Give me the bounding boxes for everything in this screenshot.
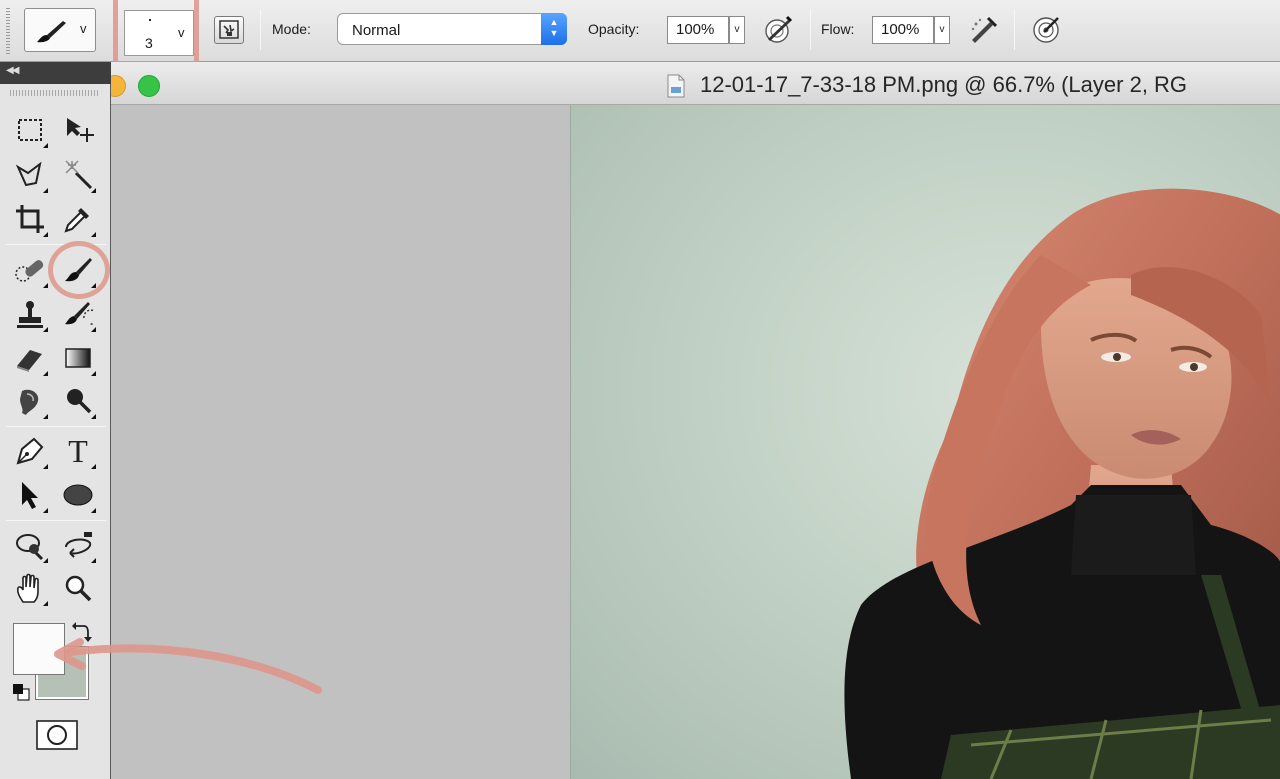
brush-panel-icon xyxy=(219,20,239,39)
3d-rotate-tool[interactable] xyxy=(10,525,50,565)
tools-panel: ◀◀ T xyxy=(0,62,111,779)
3d-orbit-icon xyxy=(65,532,92,558)
brush-preset-icon xyxy=(37,21,66,43)
flow-label: Flow: xyxy=(821,21,855,37)
tools-panel-header[interactable]: ◀◀ xyxy=(0,62,111,84)
rectangular-marquee-icon xyxy=(18,119,42,141)
blur-tool[interactable] xyxy=(10,381,50,421)
move-arrow-icon xyxy=(67,118,94,142)
document-title: 12-01-17_7-33-18 PM.png @ 66.7% (Layer 2… xyxy=(700,72,1188,97)
flow-field[interactable]: 100% xyxy=(872,16,934,44)
path-selection-tool[interactable] xyxy=(10,475,50,515)
crop-tool[interactable] xyxy=(10,199,50,239)
pen-pressure-icon xyxy=(765,15,793,43)
opacity-dropdown-icon[interactable]: v xyxy=(729,16,745,44)
ellipse-shape-icon xyxy=(63,484,93,506)
separator xyxy=(260,10,261,50)
quick-mask-icon[interactable] xyxy=(36,720,78,750)
hand-icon xyxy=(16,573,39,603)
foreground-color-swatch[interactable] xyxy=(13,623,65,675)
zoom-tool[interactable] xyxy=(58,568,98,608)
zoom-window-button[interactable] xyxy=(138,75,160,97)
separator xyxy=(810,10,811,50)
sim-portrait-image xyxy=(844,188,1280,779)
gradient-icon xyxy=(65,348,91,368)
select-stepper-icon: ▲ ▼ xyxy=(541,13,567,45)
tools-panel-grip[interactable] xyxy=(10,90,100,96)
magic-wand-icon xyxy=(65,160,93,190)
pressure-opacity-button[interactable] xyxy=(760,12,794,46)
hand-tool[interactable] xyxy=(10,568,50,608)
flow-dropdown-icon[interactable]: v xyxy=(934,16,950,44)
airbrush-button[interactable] xyxy=(966,12,1000,46)
tool-preset-picker[interactable]: v xyxy=(24,8,96,52)
bandage-icon xyxy=(15,260,44,282)
dodge-tool[interactable] xyxy=(58,381,98,421)
pen-tool[interactable] xyxy=(10,431,50,471)
healing-brush-tool[interactable] xyxy=(10,250,50,290)
toggle-brush-panel-button[interactable] xyxy=(214,16,244,44)
swap-colors-icon[interactable] xyxy=(70,620,92,642)
brush-tool-highlight xyxy=(48,241,110,299)
history-brush-icon xyxy=(65,302,94,325)
document-title-bar: 12-01-17_7-33-18 PM.png @ 66.7% (Layer 2… xyxy=(104,62,1280,105)
pressure-size-icon xyxy=(1033,17,1059,43)
3d-rotate-icon xyxy=(16,534,44,561)
magic-wand-tool[interactable] xyxy=(58,155,98,195)
png-file-icon xyxy=(667,74,685,98)
eraser-tool[interactable] xyxy=(10,338,50,378)
eyedropper-tool[interactable] xyxy=(58,199,98,239)
brush-size-highlight xyxy=(113,0,199,66)
eyedropper-icon xyxy=(64,208,89,233)
history-brush-tool[interactable] xyxy=(58,294,98,334)
stamp-icon xyxy=(17,301,43,328)
gradient-tool[interactable] xyxy=(58,338,98,378)
opacity-label: Opacity: xyxy=(588,21,640,37)
options-bar: v 3 v Mode: Normal ▲ ▼ Opacity: 100% v Fl… xyxy=(0,0,1280,66)
options-bar-grip[interactable] xyxy=(6,8,10,54)
polygonal-lasso-icon xyxy=(15,161,42,187)
type-tool-glyph: T xyxy=(68,433,88,469)
3d-orbit-tool[interactable] xyxy=(58,525,98,565)
lasso-tool[interactable] xyxy=(10,155,50,195)
crop-icon xyxy=(16,205,44,233)
magnifier-icon xyxy=(65,575,92,602)
airbrush-icon xyxy=(971,16,998,43)
path-selection-arrow-icon xyxy=(22,482,38,509)
blend-mode-value: Normal xyxy=(352,22,401,39)
opacity-field[interactable]: 100% xyxy=(667,16,729,44)
pasteboard[interactable] xyxy=(110,105,570,779)
image-canvas[interactable] xyxy=(570,105,1280,779)
mode-label: Mode: xyxy=(272,21,311,37)
pressure-size-button[interactable] xyxy=(1030,12,1064,46)
collapse-panel-icon[interactable]: ◀◀ xyxy=(6,65,19,76)
marquee-tool[interactable] xyxy=(10,110,50,150)
dodge-icon xyxy=(67,389,92,414)
finger-smudge-icon xyxy=(20,389,39,415)
type-tool[interactable]: T xyxy=(58,431,98,471)
separator xyxy=(1014,10,1015,50)
tool-preset-caret: v xyxy=(80,21,87,36)
blend-mode-select[interactable]: Normal ▲ ▼ xyxy=(337,13,567,45)
eraser-icon xyxy=(17,350,42,372)
default-colors-icon[interactable] xyxy=(11,682,31,702)
clone-stamp-tool[interactable] xyxy=(10,294,50,334)
toolbar-divider xyxy=(6,520,106,521)
move-tool[interactable] xyxy=(58,110,98,150)
pen-nib-icon xyxy=(16,437,44,465)
toolbar-divider xyxy=(6,426,106,427)
shape-tool[interactable] xyxy=(58,475,98,515)
